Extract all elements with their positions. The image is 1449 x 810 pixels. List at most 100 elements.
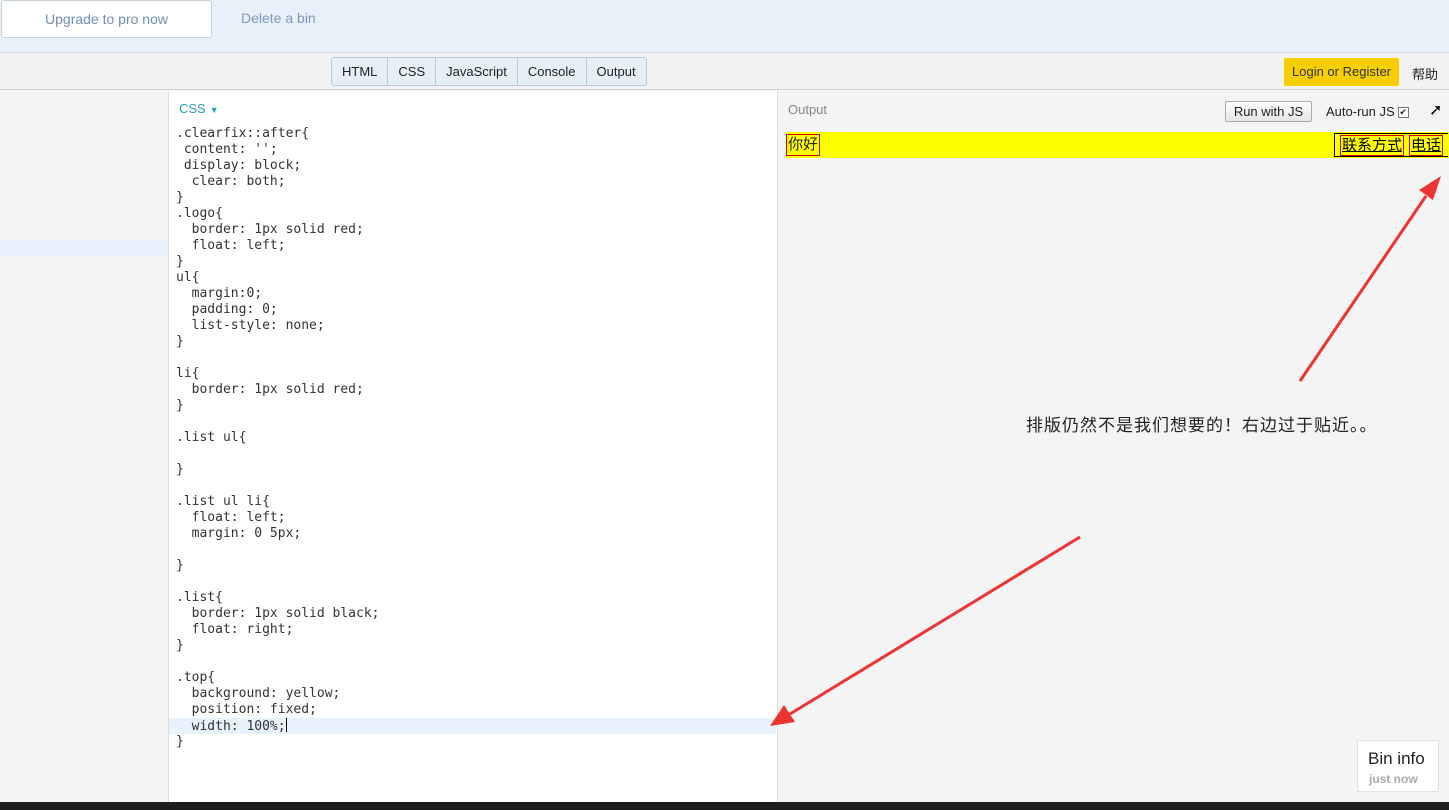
output-panel: Output Run with JS Auto-run JS ✔ ➚ 你好 联系方… <box>779 91 1449 802</box>
code-text: background: yellow; <box>176 686 341 701</box>
css-editor[interactable]: CSS ▼ .clearfix::after{ content: ''; disp… <box>169 91 778 802</box>
output-label: Output <box>788 102 828 117</box>
code-line[interactable]: } <box>176 398 776 414</box>
help-link[interactable]: 帮助 <box>1412 64 1438 83</box>
code-text: } <box>176 190 184 205</box>
code-line[interactable]: .list ul li{ <box>176 494 776 510</box>
upgrade-button[interactable]: Upgrade to pro now <box>1 0 212 38</box>
code-line[interactable]: content: ''; <box>176 142 776 158</box>
code-line[interactable]: background: yellow; <box>176 686 776 702</box>
code-text: .list ul{ <box>176 430 247 445</box>
panel-tabs: HTML CSS JavaScript Console Output <box>331 57 647 86</box>
code-text: clear: both; <box>176 174 286 189</box>
code-text: display: block; <box>176 158 302 173</box>
annotation-text: 排版仍然不是我们想要的！右边过于贴近。。 <box>1026 416 1378 435</box>
code-line[interactable]: } <box>176 190 776 206</box>
code-line[interactable]: float: left; <box>176 238 776 254</box>
bin-info-title: Bin info <box>1368 749 1425 768</box>
tab-html[interactable]: HTML <box>332 58 389 85</box>
code-line[interactable] <box>176 478 776 494</box>
tab-console[interactable]: Console <box>518 58 587 85</box>
external-link-icon[interactable]: ➚ <box>1429 100 1442 120</box>
code-text: ul{ <box>176 270 200 285</box>
code-line[interactable]: } <box>176 638 776 654</box>
dropdown-caret-icon: ▼ <box>209 105 219 115</box>
code-line[interactable]: border: 1px solid black; <box>176 606 776 622</box>
code-text: float: left; <box>176 510 286 525</box>
code-text: } <box>176 558 184 573</box>
code-line[interactable]: clear: both; <box>176 174 776 190</box>
login-register-button[interactable]: Login or Register <box>1284 58 1399 86</box>
code-line[interactable]: ul{ <box>176 270 776 286</box>
code-line[interactable]: li{ <box>176 366 776 382</box>
code-line[interactable]: padding: 0; <box>176 302 776 318</box>
tab-output[interactable]: Output <box>587 58 646 85</box>
code-line[interactable]: border: 1px solid red; <box>176 222 776 238</box>
bin-info-panel[interactable]: Bin info just now <box>1357 740 1439 792</box>
code-text: .list{ <box>176 590 223 605</box>
code-line[interactable]: } <box>176 734 776 750</box>
code-text: } <box>176 462 184 477</box>
preview-list-item[interactable]: 联系方式 <box>1340 135 1405 156</box>
code-line[interactable] <box>176 350 776 366</box>
code-line[interactable]: float: left; <box>176 510 776 526</box>
tab-javascript[interactable]: JavaScript <box>436 58 518 85</box>
code-text: margin:0; <box>176 286 263 301</box>
code-line[interactable] <box>176 446 776 462</box>
code-line[interactable]: } <box>176 462 776 478</box>
code-text: li{ <box>176 366 200 381</box>
code-text: } <box>176 734 184 749</box>
run-with-js-button[interactable]: Run with JS <box>1225 101 1312 122</box>
code-line[interactable]: position: fixed; <box>176 702 776 718</box>
toolbar: HTML CSS JavaScript Console Output Login… <box>0 53 1449 90</box>
auto-run-checkbox[interactable]: ✔ <box>1397 107 1409 118</box>
code-text: list-style: none; <box>176 318 325 333</box>
tab-css[interactable]: CSS <box>388 58 437 85</box>
gutter-highlight <box>0 239 168 256</box>
editor-language-text: CSS <box>179 101 206 116</box>
code-text: border: 1px solid red; <box>176 222 364 237</box>
code-text: } <box>176 334 184 349</box>
code-line[interactable]: float: right; <box>176 622 776 638</box>
code-area[interactable]: .clearfix::after{ content: ''; display: … <box>169 126 776 750</box>
code-text: border: 1px solid red; <box>176 382 364 397</box>
code-line[interactable]: display: block; <box>176 158 776 174</box>
code-line[interactable]: border: 1px solid red; <box>176 382 776 398</box>
code-line[interactable] <box>176 414 776 430</box>
preview-list: 联系方式 电话 <box>1334 133 1449 157</box>
code-text: padding: 0; <box>176 302 278 317</box>
code-text: .logo{ <box>176 206 223 221</box>
code-line[interactable]: list-style: none; <box>176 318 776 334</box>
taskbar <box>0 802 1449 810</box>
code-line[interactable]: margin: 0 5px; <box>176 526 776 542</box>
editor-language-label[interactable]: CSS ▼ <box>179 101 219 116</box>
code-text: } <box>176 254 184 269</box>
preview-list-item[interactable]: 电话 <box>1409 135 1444 156</box>
code-text: } <box>176 398 184 413</box>
code-line[interactable] <box>176 542 776 558</box>
delete-bin-link[interactable]: Delete a bin <box>241 10 316 26</box>
code-line[interactable]: } <box>176 254 776 270</box>
code-text: float: left; <box>176 238 286 253</box>
code-text: } <box>176 638 184 653</box>
code-line[interactable]: .list ul{ <box>176 430 776 446</box>
code-line[interactable]: .clearfix::after{ <box>176 126 776 142</box>
code-line[interactable]: width: 100%; <box>169 718 776 734</box>
auto-run-toggle[interactable]: Auto-run JS ✔ <box>1326 104 1409 119</box>
code-text: margin: 0 5px; <box>176 526 302 541</box>
code-line[interactable] <box>176 574 776 590</box>
bin-info-timestamp: just now <box>1369 772 1418 786</box>
text-cursor <box>285 718 287 732</box>
code-line[interactable]: .list{ <box>176 590 776 606</box>
code-text: .list ul li{ <box>176 494 270 509</box>
code-line[interactable]: } <box>176 334 776 350</box>
code-line[interactable] <box>176 654 776 670</box>
code-line[interactable]: .top{ <box>176 670 776 686</box>
preview-logo: 你好 <box>786 134 821 156</box>
code-line[interactable]: } <box>176 558 776 574</box>
code-text: position: fixed; <box>176 702 317 717</box>
code-text: .clearfix::after{ <box>176 126 310 141</box>
code-line[interactable]: margin:0; <box>176 286 776 302</box>
code-line[interactable]: .logo{ <box>176 206 776 222</box>
promo-banner: Upgrade to pro now Delete a bin <box>0 0 1449 53</box>
